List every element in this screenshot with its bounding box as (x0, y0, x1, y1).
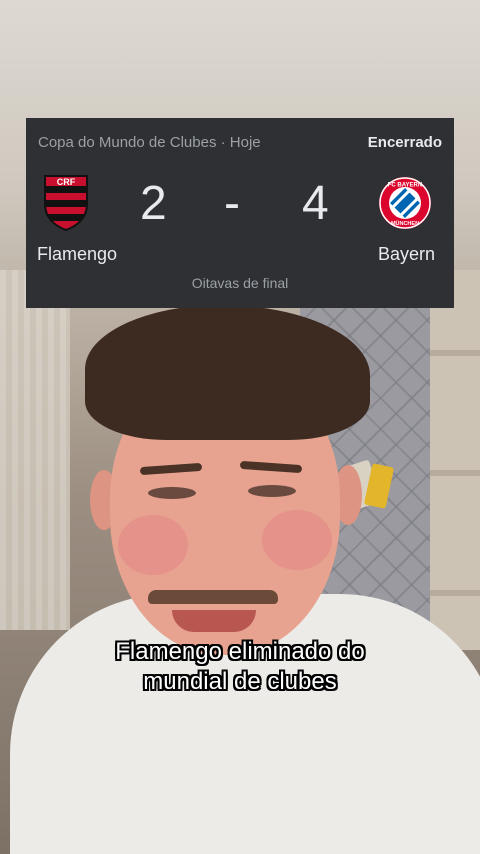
competition-label: Copa do Mundo de Clubes · Hoje (38, 133, 261, 151)
svg-text:CRF: CRF (57, 177, 76, 187)
shelf (430, 270, 480, 650)
scoreboard-header: Copa do Mundo de Clubes · Hoje Encerrado (38, 132, 442, 152)
match-status: Encerrado (367, 133, 442, 151)
home-score: 2 (140, 177, 167, 230)
video-caption: Flamengo eliminado do mundial de clubes (0, 637, 480, 697)
person (10, 305, 480, 854)
svg-text:MÜNCHEN: MÜNCHEN (391, 220, 419, 227)
match-stage: Oitavas de final (191, 275, 289, 291)
scoreboard-card[interactable]: Copa do Mundo de Clubes · Hoje Encerrado… (26, 118, 454, 308)
svg-text:FC BAYERN: FC BAYERN (388, 183, 422, 189)
hair (85, 305, 370, 440)
away-team-name: Bayern (377, 244, 435, 264)
caption-line-1: Flamengo eliminado do (115, 638, 365, 665)
away-score: 4 (302, 177, 329, 230)
score-separator: - (224, 177, 240, 230)
home-team-name: Flamengo (37, 244, 118, 264)
caption-line-2: mundial de clubes (143, 668, 337, 695)
bayern-crest-icon: FC BAYERN MÜNCHEN (378, 176, 431, 234)
flamengo-crest-icon: CRF (41, 174, 91, 232)
